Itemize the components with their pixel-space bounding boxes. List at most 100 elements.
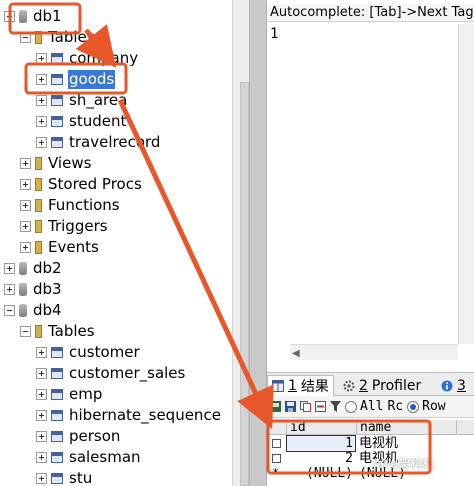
tree-scrollbar-thumb[interactable] — [240, 82, 249, 486]
expand-plus-icon[interactable] — [36, 347, 47, 358]
tree-item-db2[interactable]: db2 — [4, 258, 63, 279]
tree-item-label: db3 — [33, 280, 62, 298]
tree-item-travelrecord[interactable]: travelrecord — [36, 132, 161, 153]
expand-plus-icon[interactable] — [36, 410, 47, 421]
expand-plus-icon[interactable] — [20, 158, 31, 169]
collapse-minus-icon[interactable] — [20, 326, 31, 337]
all-rows-label: All — [360, 399, 384, 414]
tree-item-db4[interactable]: db4 — [4, 300, 63, 321]
tree-item-salesman[interactable]: salesman — [36, 447, 142, 468]
tree-item-company[interactable]: company — [36, 48, 139, 69]
tree-item-label: db2 — [33, 259, 62, 277]
table-icon — [51, 452, 63, 463]
tree-item-student[interactable]: student — [36, 111, 127, 132]
tab-info[interactable]: 3 — [437, 375, 474, 396]
column-header-id[interactable]: id — [287, 420, 357, 435]
new-row-marker-icon: * — [272, 466, 280, 480]
expand-plus-icon[interactable] — [36, 473, 47, 484]
tree-item-label: customer — [69, 343, 140, 361]
collapse-minus-icon[interactable] — [4, 11, 15, 22]
folder-icon — [35, 241, 42, 254]
tree-item-label: Triggers — [48, 217, 108, 235]
expand-plus-icon[interactable] — [20, 179, 31, 190]
tree-item-emp[interactable]: emp — [36, 384, 103, 405]
row-select-checkbox[interactable] — [272, 454, 281, 463]
tree-item-db3[interactable]: db3 — [4, 279, 63, 300]
tree-item-stu[interactable]: stu — [36, 468, 93, 486]
editor-vertical-scrollbar[interactable] — [458, 24, 474, 344]
expand-plus-icon[interactable] — [36, 137, 47, 148]
cell-name[interactable]: 电视机 — [357, 436, 457, 451]
cell-id[interactable]: (NULL) — [287, 466, 355, 481]
tree-item-label: Tables — [48, 28, 95, 46]
export-icon[interactable] — [270, 401, 281, 412]
tree-item-customer-sales[interactable]: customer_sales — [36, 363, 186, 384]
tab-results-label: 结果 — [300, 379, 329, 395]
table-icon — [51, 473, 63, 484]
tab-profiler[interactable]: 2 Profiler — [339, 375, 425, 396]
expand-plus-icon[interactable] — [36, 452, 47, 463]
result-grid: id name 1 电视机 2 电视机 * (NULL) (NULL) — [267, 420, 474, 486]
expand-plus-icon[interactable] — [20, 221, 31, 232]
tree-item-functions[interactable]: Functions — [20, 195, 121, 216]
tree-item-stored-procs[interactable]: Stored Procs — [20, 174, 143, 195]
tree-item-label: stu — [69, 469, 93, 486]
rows-radio[interactable] — [407, 400, 420, 413]
expand-plus-icon[interactable] — [20, 200, 31, 211]
tab-results[interactable]: 1 结果 — [267, 375, 334, 396]
expand-plus-icon[interactable] — [36, 95, 47, 106]
expand-plus-icon[interactable] — [4, 284, 15, 295]
tree-item-label: travelrecord — [69, 133, 161, 151]
save-icon[interactable] — [285, 401, 296, 412]
tree-item-triggers[interactable]: Triggers — [20, 216, 109, 237]
table-row[interactable]: * (NULL) (NULL) — [267, 466, 474, 481]
tree-item-label: salesman — [69, 448, 141, 466]
table-row[interactable]: 2 电视机 — [267, 451, 474, 466]
grid-table-icon — [272, 380, 284, 392]
tree-item-views[interactable]: Views — [20, 153, 92, 174]
rows-label: Row — [422, 399, 446, 414]
result-tabs: 1 结果 2 Profiler 3 — [267, 372, 474, 396]
query-editor[interactable]: Autocomplete: [Tab]->Next Tag 1 — [267, 0, 474, 372]
expand-plus-icon[interactable] — [36, 53, 47, 64]
tree-item-goods[interactable]: goods — [36, 69, 116, 90]
editor-horizontal-scrollbar[interactable] — [290, 344, 458, 360]
all-rows-radio[interactable] — [345, 400, 357, 413]
expand-plus-icon[interactable] — [36, 431, 47, 442]
cell-id[interactable]: 1 — [286, 435, 356, 452]
tab-profiler-label: Profiler — [371, 377, 422, 394]
scroll-left-arrow-icon[interactable]: ◀ — [292, 348, 300, 359]
tree-item-tables[interactable]: Tables — [20, 321, 96, 342]
expand-plus-icon[interactable] — [36, 74, 47, 85]
tree-item-person[interactable]: person — [36, 426, 121, 447]
tree-item-customer[interactable]: customer — [36, 342, 141, 363]
table-icon — [51, 389, 63, 400]
table-row[interactable]: 1 电视机 — [267, 435, 474, 452]
expand-plus-icon[interactable] — [4, 263, 15, 274]
expand-plus-icon[interactable] — [36, 368, 47, 379]
column-header-name[interactable]: name — [357, 420, 457, 435]
tree-item-db1[interactable]: db1 — [4, 6, 63, 27]
expand-plus-icon[interactable] — [36, 116, 47, 127]
delete-row-icon[interactable] — [315, 401, 326, 412]
panel-splitter[interactable] — [249, 0, 267, 486]
tree-item-tables[interactable]: Tables — [20, 27, 96, 48]
watermark: Java架构栈 — [373, 457, 435, 471]
collapse-minus-icon[interactable] — [4, 305, 15, 316]
tree-item-label: Events — [48, 238, 99, 256]
collapse-minus-icon[interactable] — [20, 32, 31, 43]
tree-item-events[interactable]: Events — [20, 237, 100, 258]
database-icon — [19, 10, 27, 23]
filter-icon[interactable] — [330, 401, 341, 412]
tree-item-sh-area[interactable]: sh_area — [36, 90, 128, 111]
tab-profiler-number: 2 — [359, 377, 368, 394]
expand-plus-icon[interactable] — [36, 389, 47, 400]
tree-item-label: sh_area — [69, 91, 128, 109]
tab-results-number: 1 — [288, 378, 297, 394]
cell-id[interactable]: 2 — [287, 451, 355, 466]
rows-count-label: Rc — [387, 399, 404, 414]
row-select-checkbox[interactable] — [272, 439, 281, 448]
copy-icon[interactable] — [300, 401, 311, 412]
expand-plus-icon[interactable] — [20, 242, 31, 253]
tree-item-hibernate-sequence[interactable]: hibernate_sequence — [36, 405, 222, 426]
